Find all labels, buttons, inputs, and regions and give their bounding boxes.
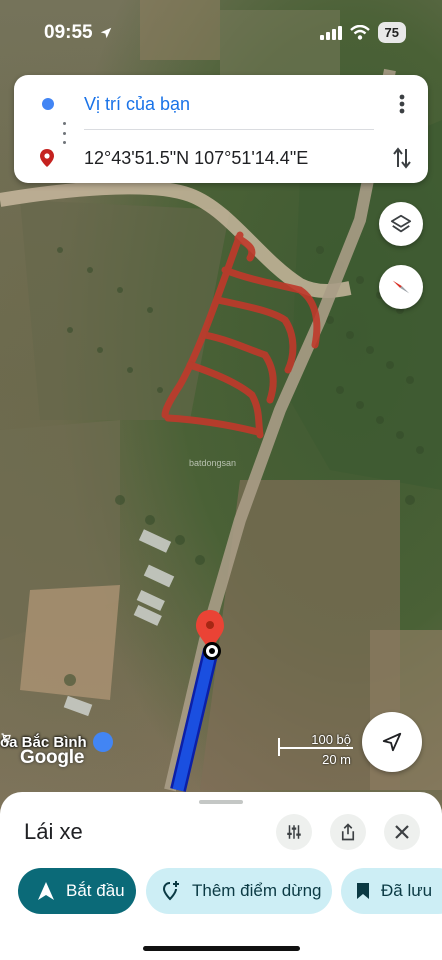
add-stop-button[interactable]: Thêm điểm dừng — [146, 868, 332, 914]
add-stop-label: Thêm điểm dừng — [192, 881, 322, 900]
map-watermark: batdongsan — [189, 458, 237, 468]
origin-field[interactable]: Vị trí của bạn — [84, 94, 382, 115]
origin-row[interactable]: Vị trí của bạn — [14, 79, 428, 129]
map-scale: 100 bộ 20 m — [278, 732, 353, 767]
start-button[interactable]: Bắt đầu — [18, 868, 136, 914]
status-time: 09:55 — [44, 22, 93, 43]
compass-button[interactable] — [379, 265, 423, 309]
destination-field[interactable]: 12°43'51.5"N 107°51'14.4"E — [84, 148, 382, 169]
tune-icon — [287, 825, 301, 839]
route-card: Vị trí của bạn 12°43'51.5"N 107°51'14.4"… — [14, 75, 428, 183]
start-button-label: Bắt đầu — [66, 881, 125, 900]
compass-icon — [392, 280, 410, 294]
destination-marker-icon — [40, 149, 54, 167]
wifi-icon — [349, 25, 370, 40]
navigation-icon — [38, 882, 54, 900]
sheet-drag-handle[interactable] — [199, 800, 243, 804]
battery-indicator: 75 — [377, 22, 406, 43]
home-indicator — [143, 946, 300, 951]
google-logo: Google — [20, 747, 85, 768]
route-divider — [84, 129, 374, 130]
add-stop-icon — [162, 881, 180, 901]
signal-icon — [319, 25, 342, 40]
directions-sheet: Lái xe Bắt đầu Thêm điểm dừng Đã lưu — [0, 792, 442, 960]
scale-imperial: 100 bộ — [311, 732, 351, 747]
layers-icon — [390, 214, 412, 233]
bookmark-icon — [357, 883, 369, 899]
swap-icon — [393, 147, 411, 169]
more-options-button[interactable] — [382, 84, 422, 124]
recenter-button[interactable] — [362, 712, 422, 772]
scale-metric: 20 m — [322, 752, 351, 767]
save-button[interactable]: Đã lưu — [341, 868, 442, 914]
swap-route-button[interactable] — [382, 138, 422, 178]
layers-button[interactable] — [379, 202, 423, 246]
location-arrow-icon — [100, 27, 111, 39]
recenter-icon — [382, 732, 402, 752]
shopping-cart-icon — [1, 732, 113, 752]
route-options-button[interactable] — [276, 814, 312, 850]
origin-dot-icon — [42, 98, 54, 110]
share-button[interactable] — [330, 814, 366, 850]
close-icon — [395, 825, 409, 839]
share-icon — [341, 823, 355, 841]
save-label: Đã lưu — [381, 881, 433, 900]
destination-row[interactable]: 12°43'51.5"N 107°51'14.4"E — [14, 133, 428, 183]
close-button[interactable] — [384, 814, 420, 850]
more-vert-icon — [399, 94, 405, 114]
status-bar: 09:55 75 — [0, 0, 442, 62]
travel-mode-title: Lái xe — [24, 819, 83, 844]
